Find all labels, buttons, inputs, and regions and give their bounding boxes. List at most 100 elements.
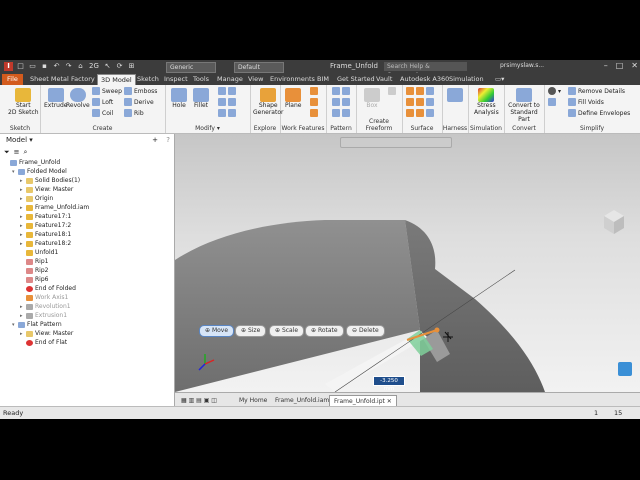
move-button[interactable]: ⊕ Move (199, 325, 235, 337)
tree-item[interactable]: ▸ Solid Bodies(1) (0, 176, 174, 185)
material-select[interactable]: Generic (166, 62, 216, 73)
emboss-button[interactable]: Emboss (124, 87, 157, 95)
tree-item[interactable]: ▸ View: Master (0, 329, 174, 338)
sheet-bend-face[interactable] (405, 220, 545, 392)
tree-item[interactable]: ▸ Feature17:2 (0, 221, 174, 230)
define-envelopes-button[interactable]: Define Envelopes (568, 109, 630, 117)
update-icon[interactable]: ⟳ (115, 62, 124, 71)
rectangular-pattern-icon[interactable] (332, 87, 350, 95)
harness-button[interactable] (447, 88, 463, 102)
sheet-top-face[interactable] (175, 220, 420, 392)
tab-environments[interactable]: Environments (267, 74, 318, 85)
tree-item[interactable]: ▸ Revolution1 (0, 302, 174, 311)
tab-manage[interactable]: Manage (214, 74, 246, 85)
combine-icon[interactable] (218, 109, 236, 117)
tab-bim[interactable]: BIM (314, 74, 332, 85)
tree-item[interactable]: ▸ Feature18:2 (0, 239, 174, 248)
select-icon[interactable]: ↖ (103, 62, 112, 71)
open-icon[interactable]: ▭ (28, 62, 37, 71)
shape-generator-button[interactable]: Shape Generator (253, 88, 283, 116)
app-menu-icon[interactable]: I (4, 62, 13, 71)
shell-icon[interactable] (218, 98, 236, 106)
tree-item[interactable]: ▸ View: Master (0, 185, 174, 194)
ribbon-options-icon[interactable]: ▭▾ (492, 74, 507, 85)
fill-voids-button[interactable]: Fill Voids (568, 98, 604, 106)
user-account[interactable]: prsimyslaw.s... (500, 62, 544, 69)
new-icon[interactable]: □ (16, 62, 25, 71)
tab-sketch[interactable]: Sketch (134, 74, 162, 85)
help-search-input[interactable]: Search Help & Commands... (384, 62, 467, 79)
start-2d-sketch-button[interactable]: Start 2D Sketch (8, 88, 39, 116)
appearance-select[interactable]: Default (234, 62, 284, 73)
tab-frame-unfold-iam[interactable]: Frame_Unfold.iam (271, 395, 333, 406)
tree-item[interactable]: ▸ Extrusion1 (0, 311, 174, 320)
tree-item[interactable]: Rip6 (0, 275, 174, 284)
ucs-icon[interactable] (310, 109, 318, 117)
coil-button[interactable]: Coil (92, 109, 113, 117)
plane-button[interactable]: Plane (285, 88, 301, 109)
tab-simulation[interactable]: Simulation (446, 74, 487, 85)
tab-vault[interactable]: Vault (373, 74, 395, 85)
graphics-viewport[interactable]: ⊕ Move ⊕ Size ⊕ Scale ⊕ Rotate ⊖ Delete … (175, 134, 640, 392)
include-icon[interactable]: ▾ (548, 87, 561, 95)
tab-autodesk-a360[interactable]: Autodesk A360 (397, 74, 452, 85)
browser-header[interactable]: Model ▾ + ? (0, 134, 174, 146)
tab-get-started[interactable]: Get Started (334, 74, 378, 85)
measure-icon[interactable]: ⊞ (127, 62, 136, 71)
freeform-icon[interactable] (388, 87, 396, 95)
dimension-input[interactable]: -3.250 mm (373, 376, 405, 392)
tab-file[interactable]: File (2, 74, 23, 85)
tab-view[interactable]: View (245, 74, 266, 85)
tab-inspect[interactable]: Inspect (161, 74, 191, 85)
tree-item[interactable]: ▸ Feature17:1 (0, 212, 174, 221)
patch-icon[interactable] (406, 98, 434, 106)
loft-button[interactable]: Loft (92, 98, 113, 106)
maximize-icon[interactable]: □ (616, 61, 624, 70)
tree-item[interactable]: ▾ Folded Model (0, 167, 174, 176)
help-icon[interactable]: ? (166, 134, 170, 146)
derive-button[interactable]: Derive (124, 98, 154, 106)
filter-icon[interactable]: ⏷ (4, 148, 10, 157)
tree-item[interactable]: Work Axis1 (0, 293, 174, 302)
stitch-icon[interactable] (406, 87, 434, 95)
tree-item[interactable]: End of Folded (0, 284, 174, 293)
stress-analysis-button[interactable]: Stress Analysis (474, 88, 499, 116)
scale-button[interactable]: ⊕ Scale (269, 325, 305, 337)
remove-details-button[interactable]: Remove Details (568, 87, 625, 95)
chamfer-icon[interactable] (218, 87, 236, 95)
home-icon[interactable]: ⌂ (76, 62, 85, 71)
simplify-icon[interactable] (548, 98, 556, 106)
tree-item[interactable]: End of Flat (0, 338, 174, 347)
add-browser-icon[interactable]: + (152, 134, 158, 146)
tab-tools[interactable]: Tools (190, 74, 212, 85)
tab-my-home[interactable]: My Home (235, 395, 271, 406)
sweep-button[interactable]: Sweep (92, 87, 122, 95)
convert-standard-part-button[interactable]: Convert to Standard Part (505, 88, 543, 123)
navigation-bar[interactable] (340, 137, 452, 148)
tree-item[interactable]: Rip2 (0, 266, 174, 275)
close-icon[interactable]: ✕ (631, 61, 638, 70)
tree-item[interactable]: ▸ Feature18:1 (0, 230, 174, 239)
tree-item[interactable]: ▾ Flat Pattern (0, 320, 174, 329)
tree-item[interactable]: Rip1 (0, 257, 174, 266)
search-icon[interactable]: ⌕ (23, 148, 27, 157)
undo-icon[interactable]: ↶ (52, 62, 61, 71)
point-icon[interactable] (310, 98, 318, 106)
save-icon[interactable]: ▪ (40, 62, 49, 71)
redo-icon[interactable]: ↷ (64, 62, 73, 71)
tile-icon[interactable]: ▦ ▥ ▤ ▣ ◫ (177, 395, 221, 406)
axis-icon[interactable] (310, 87, 318, 95)
mirror-icon[interactable] (332, 109, 350, 117)
fillet-button[interactable]: Fillet (193, 88, 209, 109)
minimize-icon[interactable]: – (604, 61, 608, 70)
circular-pattern-icon[interactable] (332, 98, 350, 106)
tab-factory[interactable]: Factory (68, 74, 98, 85)
revolve-button[interactable]: Revolve (66, 88, 90, 109)
freeform-status-icon[interactable] (618, 362, 632, 376)
extrude-button[interactable]: Extrude (44, 88, 67, 109)
rib-button[interactable]: Rib (124, 109, 144, 117)
tree-item[interactable]: Frame_Unfold (0, 158, 174, 167)
delete-button[interactable]: ⊖ Delete (346, 325, 385, 337)
panel-modify-label[interactable]: Modify ▾ (165, 125, 250, 132)
tree-item[interactable]: Unfold1 (0, 248, 174, 257)
